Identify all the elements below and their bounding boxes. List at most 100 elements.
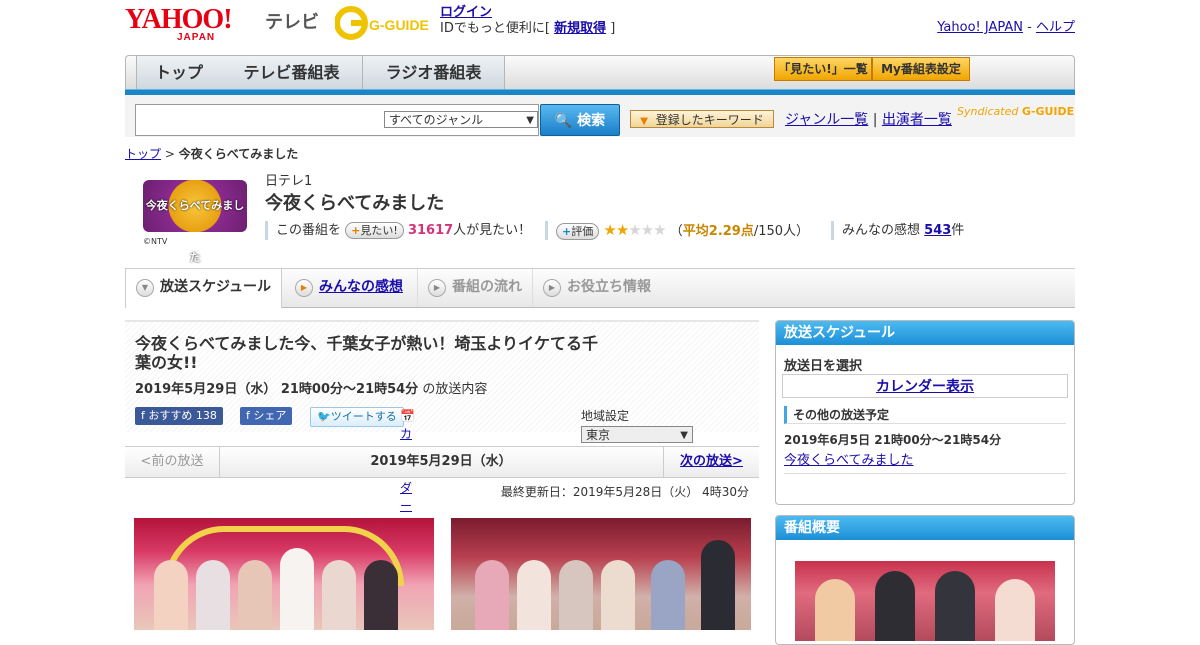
- mitai-suffix: 人が見たい！: [453, 223, 532, 238]
- tab-broadcast-schedule[interactable]: ▼ 放送スケジュール: [125, 269, 282, 308]
- search-bar: すべてのジャンル ▼ 🔍 検索 ▼ 登録したキーワード ジャンル一覧 | 出演者…: [125, 95, 1075, 137]
- program-copyright: ©NTV: [143, 237, 168, 246]
- broadcast-pager: <前の放送 2019年5月29日（水） 次の放送>: [125, 446, 759, 478]
- registered-keyword-label: 登録したキーワード: [655, 113, 764, 127]
- chevron-right-icon: ▶: [295, 279, 313, 297]
- schedule-panel: 放送スケジュール 放送日を選択 カレンダー表示 その他の放送予定 2019年6月…: [775, 320, 1075, 505]
- summary-photo[interactable]: [795, 561, 1055, 641]
- rating-count: /150人）: [753, 224, 810, 239]
- tab-useful-info[interactable]: ▶ お役立ち情報: [532, 269, 672, 307]
- select-date-label: 放送日を選択: [784, 359, 863, 374]
- tab-program-flow-label: 番組の流れ: [452, 279, 522, 295]
- fb-share-label: シェア: [253, 409, 287, 422]
- genre-select[interactable]: すべてのジャンル ▼: [384, 111, 538, 128]
- login-link[interactable]: ログイン: [440, 5, 492, 20]
- cast-figure: [238, 560, 272, 630]
- gguide-logo-text: G-GUIDE: [369, 17, 429, 33]
- page: YAHOO! JAPAN テレビ G-GUIDE ログイン IDでもっと便利に[…: [125, 0, 1075, 645]
- region-select-value: 東京: [586, 428, 611, 442]
- region-select[interactable]: 東京 ▼: [581, 426, 693, 443]
- search-links: ジャンル一覧 | 出演者一覧: [785, 109, 952, 129]
- japan-logo-text: JAPAN: [177, 32, 216, 43]
- program-title: 今夜くらべてみました: [265, 193, 445, 214]
- star-filled-icon: ★: [615, 221, 629, 239]
- cast-figure: [280, 548, 314, 630]
- episode-content-label: の放送内容: [422, 382, 488, 397]
- dropdown-arrow-icon: ▼: [680, 430, 688, 441]
- search-icon: 🔍: [554, 113, 573, 129]
- help-link[interactable]: ヘルプ: [1036, 20, 1075, 35]
- rate-button[interactable]: +評価: [556, 223, 600, 240]
- impressions-unit: 件: [951, 223, 965, 238]
- schedule-panel-header: 放送スケジュール: [776, 321, 1074, 345]
- episode-datetime-row: 2019年5月29日（水） 21時00分～21時54分 の放送内容: [135, 378, 487, 397]
- triangle-down-icon: ▼: [640, 116, 648, 127]
- facebook-recommend-button[interactable]: f おすすめ 138: [135, 407, 223, 425]
- genre-list-link[interactable]: ジャンル一覧: [785, 112, 868, 128]
- next-broadcast[interactable]: 次の放送>: [663, 447, 759, 477]
- episode-title: 今夜くらべてみました今、千葉女子が熱い！埼玉よりイケてる千葉の女!!: [135, 334, 599, 372]
- other-schedule-title-link[interactable]: 今夜くらべてみました: [784, 453, 913, 468]
- facebook-share-button[interactable]: f シェア: [240, 407, 293, 425]
- tab-radio-schedule[interactable]: ラジオ番組表: [363, 56, 505, 90]
- registered-keyword-button[interactable]: ▼ 登録したキーワード: [630, 110, 774, 128]
- login-message-prefix: IDでもっと便利に[: [440, 21, 550, 36]
- plus-icon: +: [562, 225, 572, 238]
- calendar-icon: 📅: [400, 409, 415, 423]
- service-name[interactable]: テレビ: [265, 8, 319, 34]
- cast-figure: [995, 579, 1035, 641]
- summary-panel-header: 番組概要: [776, 516, 1074, 540]
- chevron-down-icon: ▼: [136, 279, 154, 297]
- gguide-logo[interactable]: G-GUIDE: [335, 6, 431, 40]
- cast-figure: [517, 560, 551, 630]
- calendar-display-button[interactable]: カレンダー表示: [782, 374, 1068, 398]
- program-summary-panel: 番組概要: [775, 515, 1075, 645]
- calendar-display-link[interactable]: カレンダー表示: [876, 379, 974, 395]
- yahoo-japan-link[interactable]: Yahoo! JAPAN: [937, 20, 1023, 35]
- breadcrumb-top-link[interactable]: トップ: [125, 147, 161, 161]
- tab-program-flow[interactable]: ▶ 番組の流れ: [417, 269, 532, 307]
- tab-impressions[interactable]: ▶ みんなの感想: [285, 269, 415, 307]
- rate-button-label: 評価: [571, 225, 594, 238]
- tab-top[interactable]: トップ: [136, 56, 222, 90]
- other-schedule-date: 2019年6月5日 21時00分～21時54分: [784, 433, 1002, 447]
- next-broadcast-link[interactable]: 次の放送>: [680, 454, 743, 469]
- episode-photo-1[interactable]: [134, 518, 434, 630]
- tweet-label: ツイートする: [330, 410, 397, 423]
- impressions-segment: みんなの感想 543件: [831, 221, 964, 240]
- main-nav: トップ テレビ番組表 ラジオ番組表 「見たい!」一覧 My番組表設定: [125, 55, 1075, 90]
- syndicated-text: Syndicated: [957, 105, 1019, 118]
- cast-figure: [196, 560, 230, 630]
- facebook-icon: f: [246, 409, 250, 422]
- cast-figure: [364, 560, 398, 630]
- episode-photo-2[interactable]: [451, 518, 751, 630]
- breadcrumb-current: 今夜くらべてみました: [178, 147, 299, 161]
- impressions-label: みんなの感想: [842, 223, 921, 238]
- cast-figure: [651, 560, 685, 630]
- my-schedule-button[interactable]: My番組表設定: [872, 57, 970, 81]
- chevron-right-icon: ▶: [428, 279, 446, 297]
- tab-useful-info-label: お役立ち情報: [567, 279, 651, 295]
- header: YAHOO! JAPAN テレビ G-GUIDE ログイン IDでもっと便利に[…: [125, 0, 1075, 52]
- search-button[interactable]: 🔍 検索: [540, 104, 620, 136]
- tab-tv-schedule[interactable]: テレビ番組表: [221, 56, 363, 90]
- star-empty-icon: ★: [653, 221, 666, 239]
- rating-stars: ★★★★★: [603, 221, 666, 239]
- region-label: 地域設定: [581, 409, 630, 423]
- cast-figure: [475, 560, 509, 630]
- tweet-button[interactable]: 🐦ツイートする: [310, 407, 404, 427]
- cast-figure: [875, 571, 915, 641]
- syndicated-logo-text: G-GUIDE: [1021, 105, 1075, 118]
- star-empty-icon: ★: [640, 221, 654, 239]
- program-tabs: ▼ 放送スケジュール ▶ みんなの感想 ▶ 番組の流れ ▶ お役立ち情報: [125, 268, 1075, 308]
- prev-broadcast[interactable]: <前の放送: [125, 447, 220, 477]
- cast-list-link[interactable]: 出演者一覧: [882, 112, 952, 128]
- impressions-count-link[interactable]: 543: [924, 223, 951, 238]
- register-link[interactable]: 新規取得: [554, 21, 606, 36]
- mitai-list-button[interactable]: 「見たい!」一覧: [774, 57, 872, 81]
- mitai-button[interactable]: +見たい!: [345, 222, 404, 239]
- cast-figure: [701, 540, 735, 630]
- yahoo-japan-logo[interactable]: YAHOO! JAPAN: [125, 4, 233, 44]
- yahoo-logo-text: YAHOO!: [125, 4, 233, 35]
- other-schedule-header: その他の放送予定: [784, 406, 1066, 424]
